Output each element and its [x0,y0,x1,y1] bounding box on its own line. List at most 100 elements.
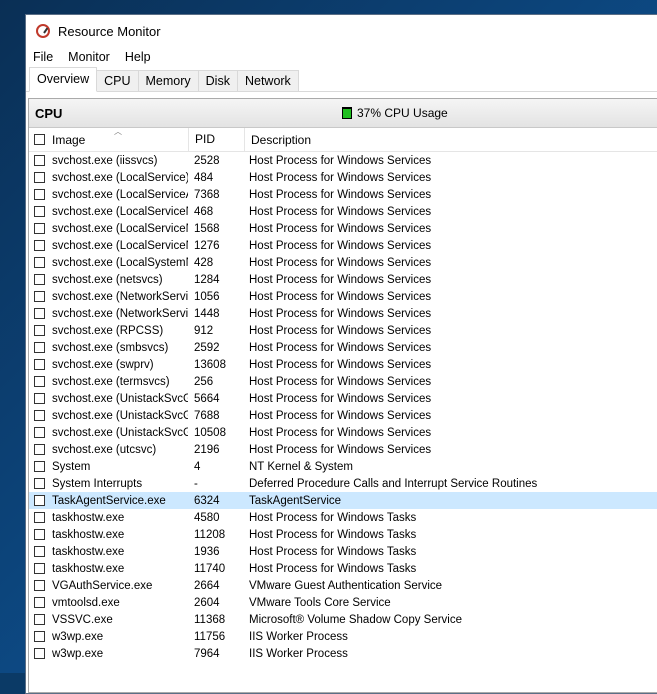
table-row[interactable]: svchost.exe (LocalServiceAn... 7368 Host P… [29,186,657,203]
table-row[interactable]: svchost.exe (swprv) 13608 Host Process for… [29,356,657,373]
table-row[interactable]: taskhostw.exe 11740 Host Process for Windo… [29,560,657,577]
tab-disk[interactable]: Disk [197,70,238,91]
row-image-cell: VSSVC.exe [29,614,188,626]
process-pid: 912 [194,324,214,337]
table-row[interactable]: svchost.exe (RPCSS) 912 Host Process for W… [29,322,657,339]
table-row[interactable]: w3wp.exe 7964 IIS Worker Process [29,645,657,662]
select-all-checkbox[interactable] [34,134,45,145]
column-header-description[interactable]: Description [245,133,311,147]
table-row[interactable]: svchost.exe (LocalServiceNet... 1568 Host … [29,220,657,237]
row-checkbox[interactable] [34,580,45,591]
table-row[interactable]: svchost.exe (UnistackSvcGro... 7688 Host P… [29,407,657,424]
row-checkbox[interactable] [34,223,45,234]
process-pid: 4580 [194,511,220,524]
process-pid: 2604 [194,596,220,609]
row-checkbox[interactable] [34,546,45,557]
row-checkbox[interactable] [34,410,45,421]
column-header-pid[interactable]: PID [189,128,245,151]
row-checkbox[interactable] [34,597,45,608]
process-description: TaskAgentService [249,494,342,507]
row-image-cell: svchost.exe (LocalServiceNet... [29,223,188,235]
process-description: Host Process for Windows Services [249,443,432,456]
table-row[interactable]: svchost.exe (LocalSystemNet... 428 Host Pr… [29,254,657,271]
row-checkbox[interactable] [34,563,45,574]
process-pid: 10508 [194,426,226,439]
tab-overview[interactable]: Overview [29,67,98,92]
row-checkbox[interactable] [34,529,45,540]
table-row[interactable]: svchost.exe (NetworkService) 1056 Host Pro… [29,288,657,305]
row-checkbox[interactable] [34,376,45,387]
row-image-cell: svchost.exe (LocalServiceNo... [29,240,188,252]
row-checkbox[interactable] [34,342,45,353]
process-description: Host Process for Windows Services [249,171,432,184]
row-image-cell: VGAuthService.exe [29,580,188,592]
table-row[interactable]: svchost.exe (termsvcs) 256 Host Process fo… [29,373,657,390]
table-row[interactable]: svchost.exe (LocalServiceNo... 1276 Host P… [29,237,657,254]
process-image-name: vmtoolsd.exe [52,596,120,609]
process-image-name: taskhostw.exe [52,562,125,575]
row-checkbox[interactable] [34,648,45,659]
window-title: Resource Monitor [58,23,161,39]
table-row[interactable]: System 4 NT Kernel & System [29,458,657,475]
row-checkbox[interactable] [34,512,45,523]
table-row[interactable]: VSSVC.exe 11368 Microsoft® Volume Shadow C… [29,611,657,628]
table-row[interactable]: taskhostw.exe 1936 Host Process for Window… [29,543,657,560]
tab-network[interactable]: Network [236,70,299,91]
cpu-usage-text: 37% CPU Usage [357,106,448,120]
row-checkbox[interactable] [34,172,45,183]
row-checkbox[interactable] [34,393,45,404]
table-row[interactable]: VGAuthService.exe 2664 VMware Guest Authen… [29,577,657,594]
cpu-section-header[interactable]: CPU 37% CPU Usage [29,99,657,128]
table-row[interactable]: svchost.exe (iissvcs) 2528 Host Process fo… [29,152,657,169]
row-checkbox[interactable] [34,631,45,642]
row-checkbox[interactable] [34,614,45,625]
table-row[interactable]: taskhostw.exe 11208 Host Process for Windo… [29,526,657,543]
table-row[interactable]: svchost.exe (smbsvcs) 2592 Host Process fo… [29,339,657,356]
row-checkbox[interactable] [34,240,45,251]
row-checkbox[interactable] [34,461,45,472]
tab-memory[interactable]: Memory [137,70,199,91]
tab-cpu[interactable]: CPU [96,70,139,91]
process-description: Host Process for Windows Services [249,273,432,286]
row-checkbox[interactable] [34,189,45,200]
table-row[interactable]: System Interrupts - Deferred Procedure Cal… [29,475,657,492]
table-row[interactable]: svchost.exe (UnistackSvcGro... 10508 Host … [29,424,657,441]
process-image-name: TaskAgentService.exe [52,494,166,507]
menu-monitor[interactable]: Monitor [68,50,110,64]
process-image-name: svchost.exe (LocalService) [52,171,188,184]
row-checkbox[interactable] [34,308,45,319]
table-row[interactable]: svchost.exe (netsvcs) 1284 Host Process fo… [29,271,657,288]
row-checkbox[interactable] [34,257,45,268]
row-image-cell: svchost.exe (termsvcs) [29,376,188,388]
process-image-name: svchost.exe (utcsvc) [52,443,157,456]
process-image-name: VGAuthService.exe [52,579,153,592]
process-image-name: svchost.exe (UnistackSvcGro... [52,426,188,439]
row-checkbox[interactable] [34,274,45,285]
table-row[interactable]: svchost.exe (NetworkService... 1448 Host P… [29,305,657,322]
row-checkbox[interactable] [34,427,45,438]
table-row[interactable]: svchost.exe (LocalServiceNet... 468 Host P… [29,203,657,220]
table-row[interactable]: taskhostw.exe 4580 Host Process for Window… [29,509,657,526]
process-pid: 7964 [194,647,220,660]
title-bar[interactable]: Resource Monitor [26,15,657,47]
row-checkbox[interactable] [34,206,45,217]
row-checkbox[interactable] [34,291,45,302]
row-checkbox[interactable] [34,495,45,506]
table-row[interactable]: w3wp.exe 11756 IIS Worker Process [29,628,657,645]
row-image-cell: svchost.exe (LocalSystemNet... [29,257,188,269]
table-row[interactable]: svchost.exe (UnistackSvcGro... 5664 Host P… [29,390,657,407]
process-image-name: svchost.exe (UnistackSvcGro... [52,409,188,422]
menu-file[interactable]: File [33,50,53,64]
table-row[interactable]: svchost.exe (utcsvc) 2196 Host Process for… [29,441,657,458]
column-header-image[interactable]: Image [29,128,189,151]
row-checkbox[interactable] [34,325,45,336]
row-checkbox[interactable] [34,478,45,489]
menu-help[interactable]: Help [125,50,151,64]
row-checkbox[interactable] [34,155,45,166]
process-pid: 5664 [194,392,220,405]
row-checkbox[interactable] [34,444,45,455]
row-checkbox[interactable] [34,359,45,370]
table-row[interactable]: svchost.exe (LocalService) 484 Host Proces… [29,169,657,186]
table-row[interactable]: TaskAgentService.exe 6324 TaskAgentService [29,492,657,509]
table-row[interactable]: vmtoolsd.exe 2604 VMware Tools Core Servic… [29,594,657,611]
